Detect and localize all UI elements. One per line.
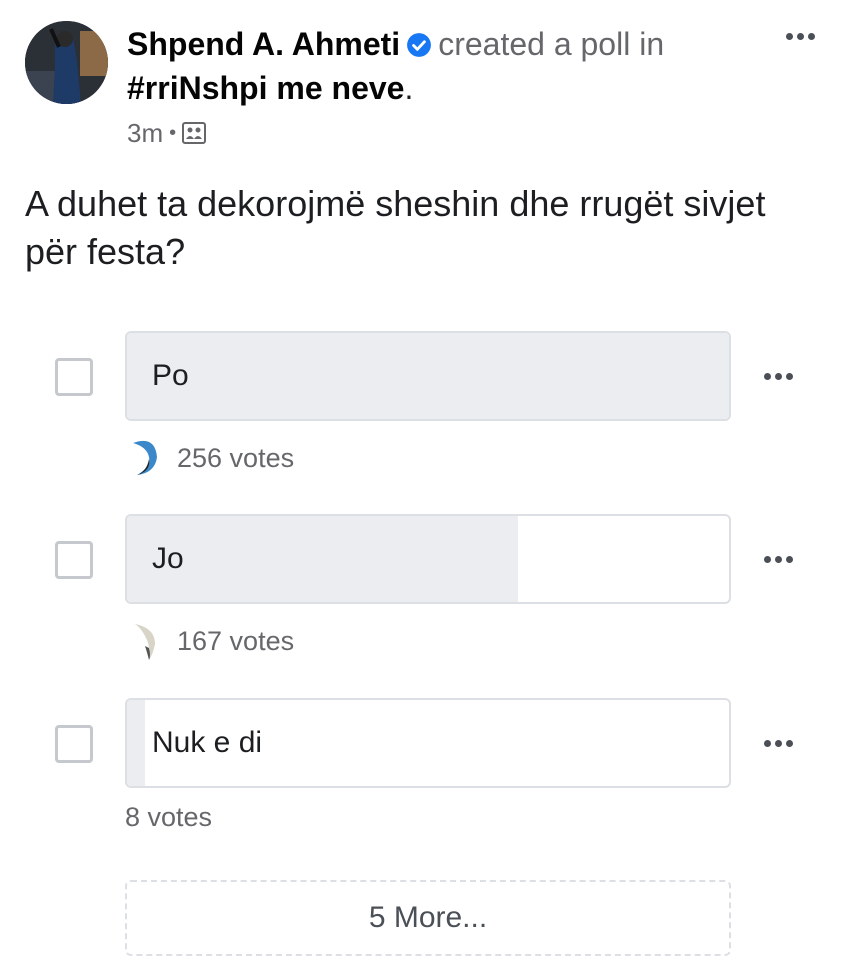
poll-option-more-button[interactable] xyxy=(758,364,798,388)
more-dot xyxy=(774,739,782,747)
group-name-link[interactable]: #rriNshpi me neve xyxy=(127,70,404,106)
poll-option-bar[interactable]: Po xyxy=(125,331,731,421)
more-dot xyxy=(785,372,793,380)
more-horizontal-icon xyxy=(785,32,793,40)
poll-question: A duhet ta dekorojmë sheshin dhe rrugët … xyxy=(25,183,766,272)
author-avatar-image xyxy=(25,21,108,104)
post-more-button[interactable] xyxy=(780,24,820,48)
more-dot xyxy=(785,555,793,563)
poll-option-votes: 256 votes xyxy=(125,438,294,478)
post-timestamp[interactable]: 3m xyxy=(127,118,163,149)
more-dot xyxy=(796,32,804,40)
poll-option-fill xyxy=(127,700,146,786)
poll-option-checkbox[interactable] xyxy=(55,725,93,763)
more-dot xyxy=(774,372,782,380)
verified-badge-icon xyxy=(407,33,432,57)
voter-avatar[interactable] xyxy=(125,620,167,662)
post-header: Shpend A. Ahmeti created a poll in #rriNsh… xyxy=(127,22,747,110)
poll-option-more-button[interactable] xyxy=(758,731,798,755)
poll-option-fill xyxy=(127,333,729,419)
more-horizontal-icon xyxy=(763,372,771,380)
poll-option-vote-count[interactable]: 256 votes xyxy=(177,443,294,474)
poll-option-more-button[interactable] xyxy=(758,547,798,571)
poll-option: Jo xyxy=(0,514,857,604)
more-dot xyxy=(807,32,815,40)
see-more-options-button[interactable]: 5 More... xyxy=(125,880,731,956)
poll-option-label: Po xyxy=(152,359,189,392)
post-meta: 3m • xyxy=(127,115,207,151)
poll-option-label: Jo xyxy=(152,542,184,575)
group-suffix: . xyxy=(404,70,414,106)
more-dot xyxy=(774,555,782,563)
poll-option-votes: 8 votes xyxy=(125,797,212,837)
poll-option-vote-count[interactable]: 167 votes xyxy=(177,626,294,657)
voter-avatar[interactable] xyxy=(125,437,167,479)
poll-option-label: Nuk e di xyxy=(152,726,263,759)
poll-option-fill xyxy=(127,516,519,602)
poll-option-bar[interactable]: Jo xyxy=(125,514,731,604)
poll-option-vote-count[interactable]: 8 votes xyxy=(125,802,212,833)
more-horizontal-icon xyxy=(763,739,771,747)
poll-option-bar[interactable]: Nuk e di xyxy=(125,698,731,788)
poll-option-checkbox[interactable] xyxy=(55,358,93,396)
meta-separator: • xyxy=(169,121,177,144)
author-avatar[interactable] xyxy=(25,21,108,104)
more-dot xyxy=(785,739,793,747)
poll-option: Po xyxy=(0,331,857,421)
author-name[interactable]: Shpend A. Ahmeti xyxy=(127,26,400,62)
poll-option-votes: 167 votes xyxy=(125,621,294,661)
poll-option-checkbox[interactable] xyxy=(55,541,93,579)
group-icon xyxy=(182,122,207,144)
more-horizontal-icon xyxy=(763,555,771,563)
poll-option: Nuk e di xyxy=(0,698,857,788)
post-action-text: created a poll in xyxy=(438,26,665,62)
